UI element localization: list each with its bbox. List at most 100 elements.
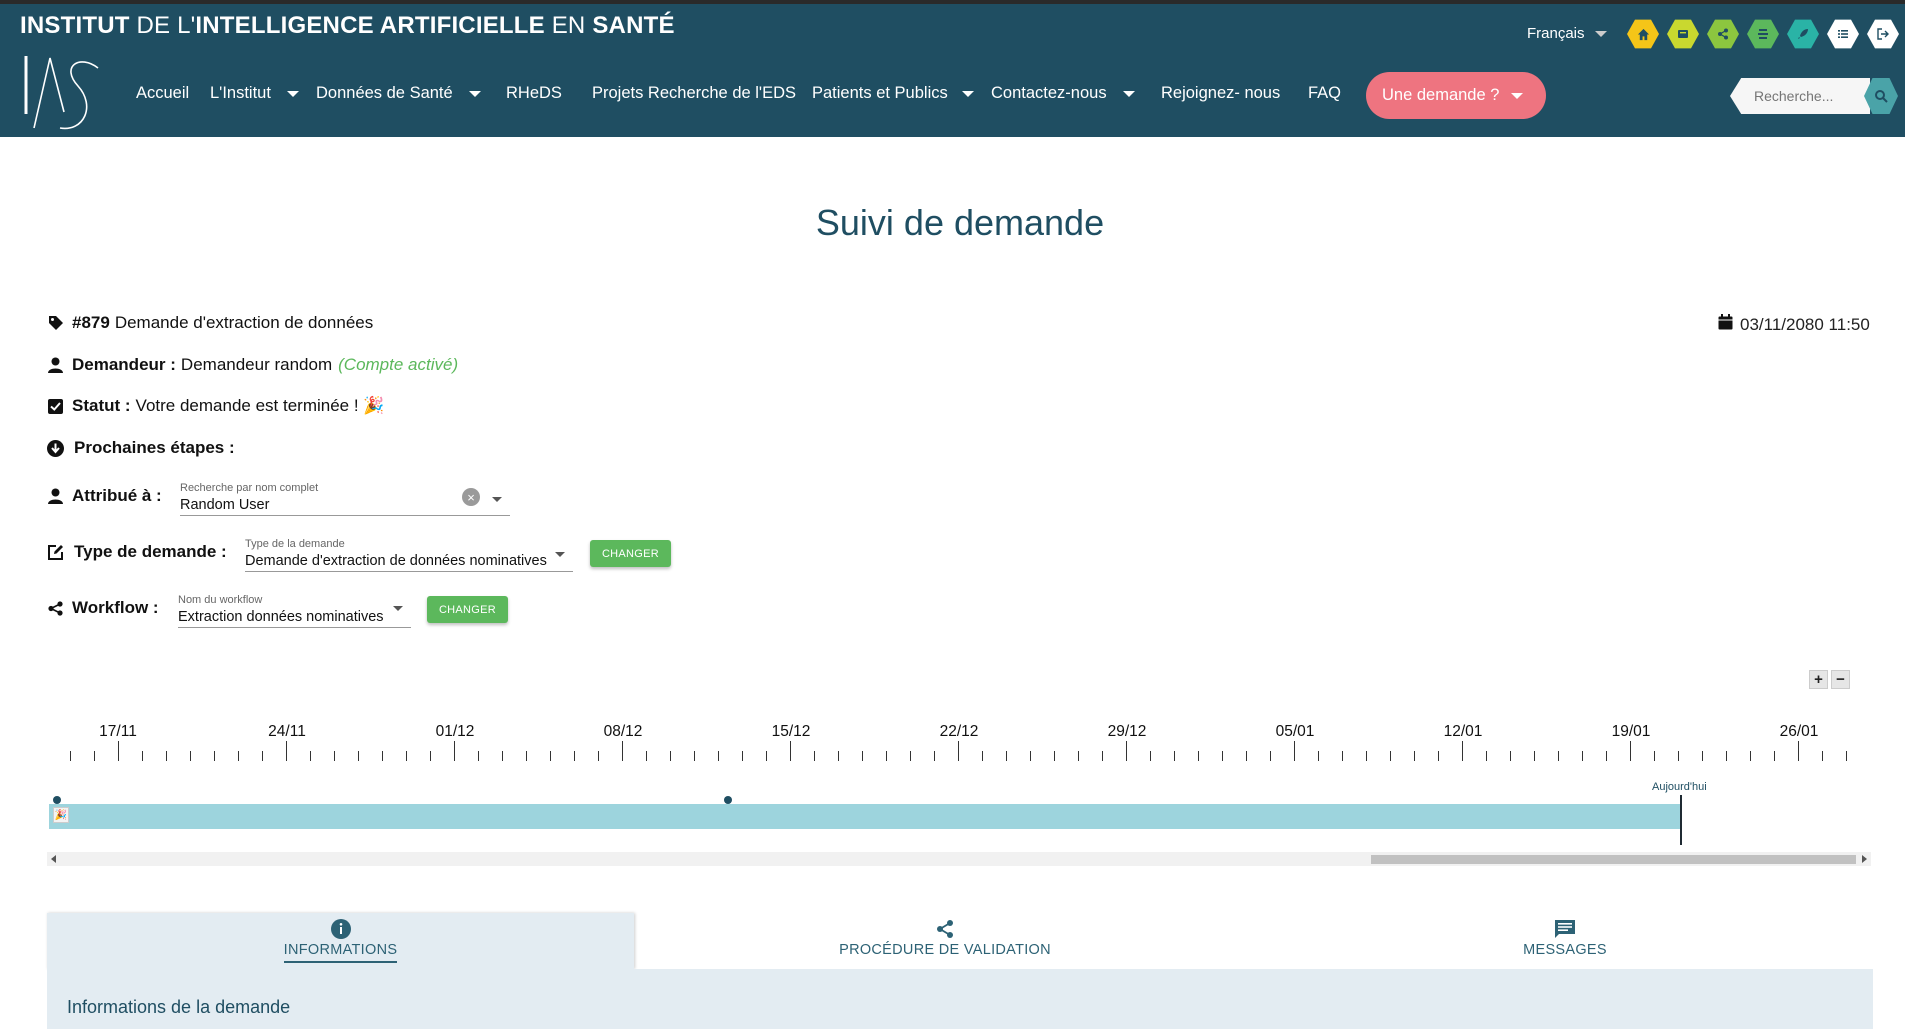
tab-procedure-validation[interactable]: PROCÉDURE DE VALIDATION	[635, 913, 1255, 969]
timeline-minor-tick	[1390, 751, 1391, 761]
workflow-field-value: Extraction données nominatives	[178, 609, 384, 625]
une-demande-button[interactable]: Une demande ?	[1366, 72, 1546, 119]
nav-faq[interactable]: FAQ	[1308, 84, 1341, 103]
requester-name: Demandeur random	[180, 355, 333, 374]
search-box	[1730, 78, 1874, 114]
timeline-request-bar[interactable]	[49, 804, 1681, 829]
timeline-scroll-thumb[interactable]	[1371, 855, 1856, 864]
nav-contactez-nous[interactable]: Contactez-nous	[991, 84, 1135, 103]
timeline-minor-tick	[1270, 751, 1271, 761]
timeline-minor-tick	[214, 751, 215, 761]
logout-icon[interactable]	[1867, 19, 1899, 49]
brand-part: INTELLIGENCE ARTIFICIELLE	[195, 12, 545, 39]
rocket-icon[interactable]	[1787, 19, 1819, 49]
request-tabs: INFORMATIONS PROCÉDURE DE VALIDATION MES…	[47, 913, 1873, 969]
timeline-scrollbar[interactable]	[47, 852, 1871, 866]
timeline-minor-tick	[502, 751, 503, 761]
timeline-minor-tick	[742, 751, 743, 761]
request-type-label: Type de demande :	[74, 542, 227, 561]
nav-institut-label: L'Institut	[210, 84, 271, 102]
clear-icon[interactable]: ×	[462, 488, 480, 506]
nav-rejoignez-nous[interactable]: Rejoignez- nous	[1161, 84, 1280, 103]
zoom-in-button[interactable]: +	[1809, 670, 1828, 689]
calendar-icon	[1718, 314, 1733, 335]
timeline-minor-tick	[1198, 751, 1199, 761]
timeline-minor-tick	[1702, 751, 1703, 761]
nav-rheds[interactable]: RHeDS	[506, 84, 562, 103]
chevron-down-icon[interactable]	[393, 606, 403, 611]
assigned-user-field[interactable]: Recherche par nom complet Random User ×	[180, 482, 510, 516]
request-type-field-value: Demande d'extraction de données nominati…	[245, 553, 547, 569]
timeline-event-dot[interactable]	[53, 796, 61, 804]
timeline-date-label: 24/11	[268, 723, 306, 740]
status-text: Votre demande est terminée ! 🎉	[135, 396, 385, 415]
zoom-out-button[interactable]: −	[1831, 670, 1850, 689]
site-brand-title[interactable]: INSTITUT DE L'INTELLIGENCE ARTIFICIELLE …	[20, 12, 675, 40]
party-icon: 🎉	[53, 807, 69, 823]
ias-logo[interactable]	[20, 52, 102, 134]
share-icon[interactable]	[1707, 19, 1739, 49]
timeline-event-dot[interactable]	[724, 796, 732, 804]
info-icon	[330, 919, 351, 939]
tab-informations[interactable]: INFORMATIONS	[47, 913, 634, 969]
layers-icon[interactable]	[1747, 19, 1779, 49]
timeline-date-label: 12/01	[1443, 723, 1483, 740]
timeline-minor-tick	[1558, 751, 1559, 761]
change-workflow-button[interactable]: CHANGER	[427, 596, 508, 623]
timeline-minor-tick	[70, 751, 71, 761]
today-marker	[1680, 795, 1682, 845]
scroll-left-icon[interactable]	[51, 855, 56, 863]
timeline-minor-tick	[1030, 751, 1031, 761]
change-request-type-button[interactable]: CHANGER	[590, 540, 671, 567]
timeline-minor-tick	[310, 751, 311, 761]
requester-label: Demandeur :	[72, 355, 176, 374]
database-icon[interactable]	[1667, 19, 1699, 49]
timeline-minor-tick	[1846, 751, 1847, 761]
brand-part: INSTITUT	[20, 12, 130, 39]
timeline-date-label: 29/12	[1107, 723, 1147, 740]
chevron-down-icon[interactable]	[555, 552, 565, 557]
panel-title: Informations de la demande	[67, 997, 291, 1017]
edit-icon	[47, 544, 64, 561]
timeline-date-label: 15/12	[771, 723, 811, 740]
tab-messages[interactable]: MESSAGES	[1255, 913, 1875, 969]
request-timeline[interactable]: 17/11 24/11 01/12 08/12 15/12 22/12 29/1…	[47, 715, 1871, 865]
share-icon	[47, 600, 64, 617]
nav-accueil[interactable]: Accueil	[136, 84, 189, 103]
timeline-minor-tick	[694, 751, 695, 761]
timeline-minor-tick	[1534, 751, 1535, 761]
home-icon[interactable]	[1627, 19, 1659, 49]
chevron-down-icon[interactable]	[492, 497, 502, 502]
request-type-field[interactable]: Type de la demande Demande d'extraction …	[245, 538, 573, 572]
user-icon	[47, 488, 64, 505]
search-input[interactable]	[1730, 78, 1870, 114]
timeline-minor-tick	[1150, 751, 1151, 761]
chevron-down-icon	[1122, 90, 1135, 97]
timeline-minor-tick	[1222, 751, 1223, 761]
timeline-minor-tick	[1078, 751, 1079, 761]
nav-donnees-sante-label: Données de Santé	[316, 84, 453, 102]
tag-icon	[47, 315, 64, 332]
nav-patients-publics[interactable]: Patients et Publics	[812, 84, 974, 103]
timeline-minor-tick	[670, 751, 671, 761]
timeline-minor-tick	[934, 751, 935, 761]
nav-contactez-nous-label: Contactez-nous	[991, 84, 1107, 102]
timeline-minor-tick	[718, 751, 719, 761]
timeline-minor-tick	[334, 751, 335, 761]
request-date: 03/11/2080 11:50	[1718, 314, 1870, 335]
timeline-minor-tick	[1414, 751, 1415, 761]
nav-projets-recherche[interactable]: Projets Recherche de l'EDS	[592, 84, 796, 103]
assigned-row: Attribué à :	[47, 486, 167, 506]
scroll-right-icon[interactable]	[1862, 855, 1867, 863]
nav-donnees-sante[interactable]: Données de Santé	[316, 84, 481, 103]
arrow-circle-down-icon	[47, 439, 64, 457]
timeline-minor-tick	[238, 751, 239, 761]
timeline-major-tick	[286, 741, 287, 761]
list-icon[interactable]	[1827, 19, 1859, 49]
workflow-field[interactable]: Nom du workflow Extraction données nomin…	[178, 594, 411, 628]
requester-row: Demandeur : Demandeur random (Compte act…	[47, 355, 458, 375]
chevron-down-icon	[1594, 30, 1607, 37]
nav-institut[interactable]: L'Institut	[210, 84, 299, 103]
timeline-minor-tick	[1486, 751, 1487, 761]
language-selector[interactable]: Français	[1527, 25, 1607, 42]
